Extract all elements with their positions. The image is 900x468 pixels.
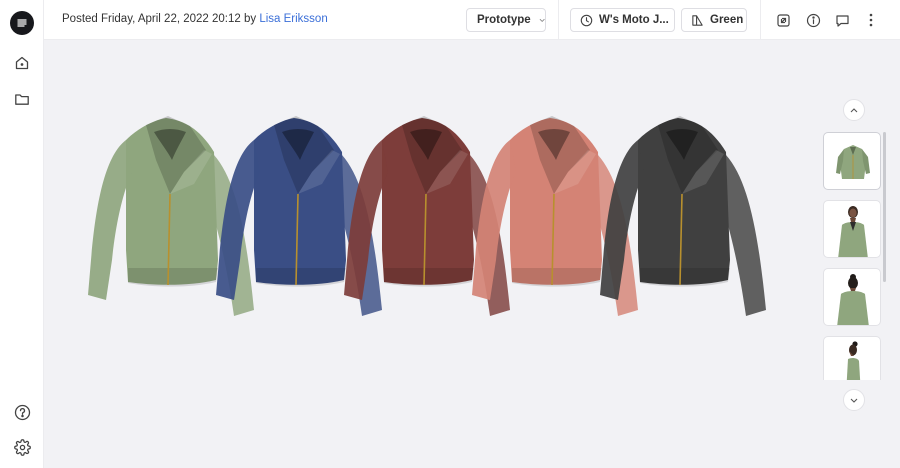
left-rail [0, 0, 44, 468]
swatch-icon [692, 14, 703, 26]
folder-icon[interactable] [9, 86, 35, 112]
jacket-colorways-render [87, 115, 767, 317]
colorway-button[interactable]: Green [681, 8, 747, 32]
thumbnail-list [823, 132, 883, 380]
header-divider [558, 0, 559, 40]
thumbnail-scroll-up-button[interactable] [843, 99, 865, 121]
thumbnail-avatar-front[interactable] [823, 200, 881, 258]
chevron-up-icon [850, 107, 858, 112]
author-link[interactable]: Lisa Eriksson [259, 13, 327, 25]
top-header: Posted Friday, April 22, 2022 20:12 by L… [44, 0, 900, 40]
help-icon[interactable] [9, 399, 35, 425]
thumbnail-scrollbar[interactable] [883, 132, 886, 282]
style-history-button[interactable]: W's Moto J... [570, 8, 675, 32]
status-dropdown[interactable]: Prototype [466, 8, 546, 32]
thumbnail-avatar-back[interactable] [823, 268, 881, 326]
info-icon[interactable] [803, 10, 823, 30]
home-icon[interactable] [9, 50, 35, 76]
style-label: W's Moto J... [599, 14, 669, 26]
thumbnail-scroll-down-button[interactable] [843, 389, 865, 411]
thumbnail-avatar-side[interactable] [823, 336, 881, 380]
expand-icon[interactable] [773, 10, 793, 30]
posted-info: Posted Friday, April 22, 2022 20:12 by L… [62, 13, 328, 25]
colorway-label: Green [710, 14, 744, 26]
chevron-down-icon [539, 18, 545, 22]
clock-icon [580, 14, 593, 26]
status-label: Prototype [477, 14, 531, 26]
comment-icon[interactable] [832, 10, 852, 30]
posted-text: Posted Friday, April 22, 2022 20:12 by [62, 13, 260, 25]
chevron-down-icon [850, 398, 858, 403]
header-divider [760, 0, 761, 40]
thumbnail-front[interactable] [823, 132, 881, 190]
more-vertical-icon[interactable] [861, 10, 881, 30]
app-logo-icon[interactable] [10, 11, 34, 35]
gear-icon[interactable] [9, 434, 35, 460]
